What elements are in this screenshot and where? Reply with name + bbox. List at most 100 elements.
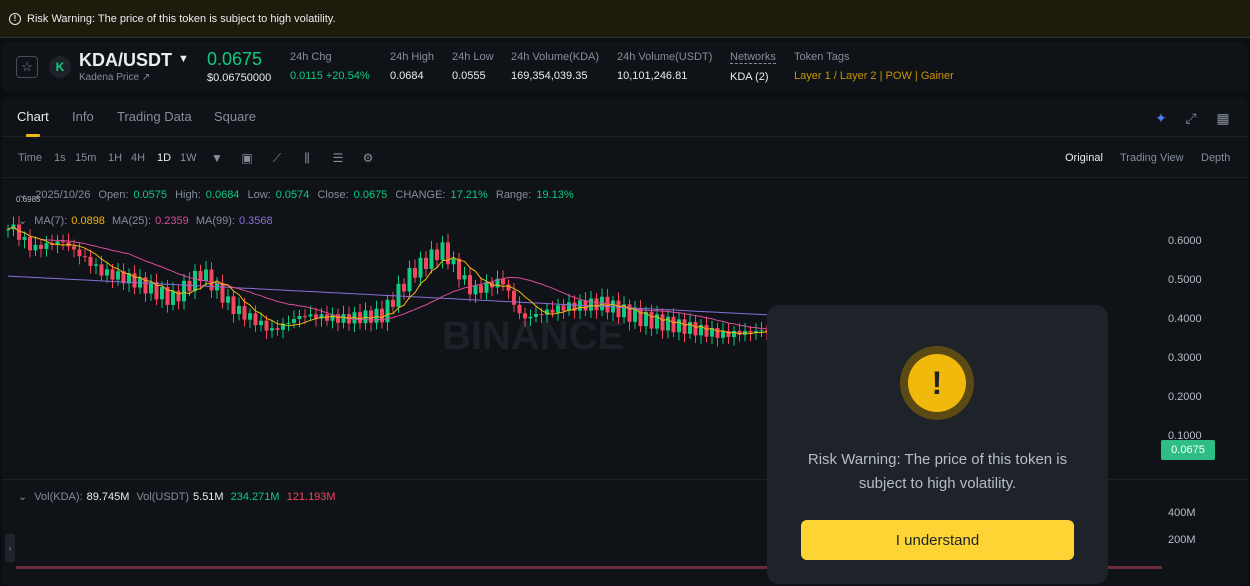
- current-price-tag: 0.0675: [1161, 440, 1215, 460]
- tag-layer[interactable]: Layer 1 / Layer 2: [794, 70, 877, 82]
- candle-body: [715, 328, 720, 338]
- candle-body: [517, 304, 522, 314]
- candle-body: [237, 305, 241, 315]
- y-axis-label: 0.4000: [1168, 313, 1202, 325]
- candle-body: [528, 316, 533, 319]
- interval-time[interactable]: Time: [18, 152, 42, 164]
- info-icon: !: [9, 12, 21, 25]
- tab-square[interactable]: Square: [214, 109, 256, 124]
- candle-body: [132, 273, 137, 288]
- candle-body: [539, 313, 544, 315]
- candle-body: [693, 322, 698, 336]
- candle-body: [501, 278, 505, 285]
- candle-body: [270, 328, 274, 331]
- candle-body: [187, 280, 192, 292]
- risk-warning-banner: ! Risk Warning: The price of this token …: [0, 0, 1250, 38]
- candle-body: [556, 305, 560, 313]
- interval-15m[interactable]: 15m: [75, 152, 96, 164]
- candle-body: [429, 249, 434, 269]
- stat-24h-high: 24h High 0.0684: [390, 51, 435, 82]
- candle-body: [451, 258, 456, 265]
- candle-body: [666, 316, 670, 331]
- candle-body: [242, 305, 247, 320]
- tab-chart[interactable]: Chart: [17, 109, 49, 124]
- candle-body: [44, 243, 49, 249]
- tag-gainer[interactable]: Gainer: [921, 70, 954, 82]
- view-original[interactable]: Original: [1065, 152, 1103, 164]
- candle-body: [462, 275, 467, 280]
- tab-trading-data[interactable]: Trading Data: [117, 109, 192, 124]
- expand-sidebar-arrow-icon[interactable]: ›: [5, 534, 15, 562]
- pair-dropdown-icon[interactable]: ▼: [178, 53, 189, 65]
- candle-body: [402, 283, 406, 292]
- candle-type-icon[interactable]: ⫼: [299, 150, 315, 166]
- interval-4h[interactable]: 4H: [131, 152, 145, 164]
- candle-body: [671, 316, 676, 333]
- stat-24h-change: 24h Chg 0.0115 +20.54%: [290, 51, 370, 82]
- drawing-tools-icon[interactable]: ☰: [330, 150, 346, 166]
- candle-body: [72, 246, 76, 250]
- candle-body: [308, 314, 313, 317]
- y-axis-label: 0.6000: [1168, 235, 1202, 247]
- candle-body: [759, 330, 764, 332]
- calendar-icon[interactable]: ▣: [239, 150, 255, 166]
- candle-body: [627, 304, 632, 322]
- stat-24h-volume-kda: 24h Volume(KDA) 169,354,039.35: [511, 51, 600, 82]
- candle-body: [22, 236, 27, 240]
- candle-body: [682, 319, 687, 334]
- risk-warning-text: Risk Warning: The price of this token is…: [27, 12, 336, 25]
- candle-body: [396, 283, 401, 307]
- candle-body: [457, 258, 461, 280]
- ai-sparkle-icon[interactable]: ✦: [1152, 109, 1170, 127]
- stat-networks[interactable]: Networks KDA (2): [730, 51, 776, 83]
- tag-pow[interactable]: POW: [886, 70, 912, 82]
- view-trading-view[interactable]: Trading View: [1120, 152, 1184, 164]
- interval-1w[interactable]: 1W: [180, 152, 197, 164]
- candle-body: [275, 328, 280, 330]
- stat-24h-low: 24h Low 0.0555: [452, 51, 494, 82]
- ma-collapse-icon: ⌄: [18, 215, 28, 227]
- chart-toolbar: Time 1s 15m 1H 4H 1D 1W ▼ ▣ ⟋ ⫼ ☰ ⚙ Orig…: [2, 138, 1248, 178]
- vol-axis-label: 200M: [1168, 534, 1196, 546]
- candle-body: [589, 298, 593, 311]
- candle-body: [94, 264, 98, 266]
- candle-body: [440, 242, 445, 261]
- candle-body: [633, 308, 637, 322]
- vol-collapse-icon: ⌄: [18, 491, 28, 503]
- candle-body: [512, 290, 516, 305]
- expand-icon[interactable]: ⤢: [1182, 109, 1200, 127]
- warning-icon: !: [900, 346, 974, 420]
- candle-body: [286, 322, 291, 324]
- candle-body: [6, 229, 10, 231]
- candle-body: [721, 330, 725, 338]
- candle-body: [704, 325, 709, 337]
- favorite-star-icon[interactable]: ☆: [16, 56, 38, 78]
- stat-24h-volume-usdt: 24h Volume(USDT) 10,101,246.81: [617, 51, 713, 82]
- candle-body: [176, 290, 181, 302]
- candle-body: [110, 269, 115, 280]
- candle-body: [369, 310, 373, 323]
- understand-button[interactable]: I understand: [801, 520, 1074, 560]
- interval-1d[interactable]: 1D: [157, 152, 171, 164]
- candle-body: [358, 312, 362, 324]
- coin-price-link[interactable]: Kadena Price ↗: [79, 72, 150, 83]
- token-tags: Token Tags Layer 1 / Layer 2 | POW | Gai…: [794, 51, 954, 82]
- indicator-icon[interactable]: ⟋: [269, 150, 285, 166]
- layout-grid-icon[interactable]: ▦: [1214, 109, 1232, 127]
- candle-body: [677, 319, 681, 333]
- candle-body: [77, 249, 82, 257]
- more-intervals-caret-icon[interactable]: ▼: [209, 150, 225, 166]
- tab-info[interactable]: Info: [72, 109, 94, 124]
- kadena-logo-icon: K: [49, 56, 71, 78]
- interval-1h[interactable]: 1H: [108, 152, 122, 164]
- pair-symbol[interactable]: KDA/USDT: [79, 50, 172, 71]
- candle-body: [171, 290, 175, 305]
- candle-body: [83, 256, 87, 258]
- candle-body: [479, 285, 483, 293]
- settings-icon[interactable]: ⚙: [360, 150, 376, 166]
- view-depth[interactable]: Depth: [1201, 152, 1230, 164]
- interval-1s[interactable]: 1s: [54, 152, 66, 164]
- panel-tabs: Chart Info Trading Data Square ✦ ⤢ ▦: [2, 97, 1248, 137]
- candle-body: [550, 309, 555, 313]
- last-price: 0.0675: [207, 49, 263, 69]
